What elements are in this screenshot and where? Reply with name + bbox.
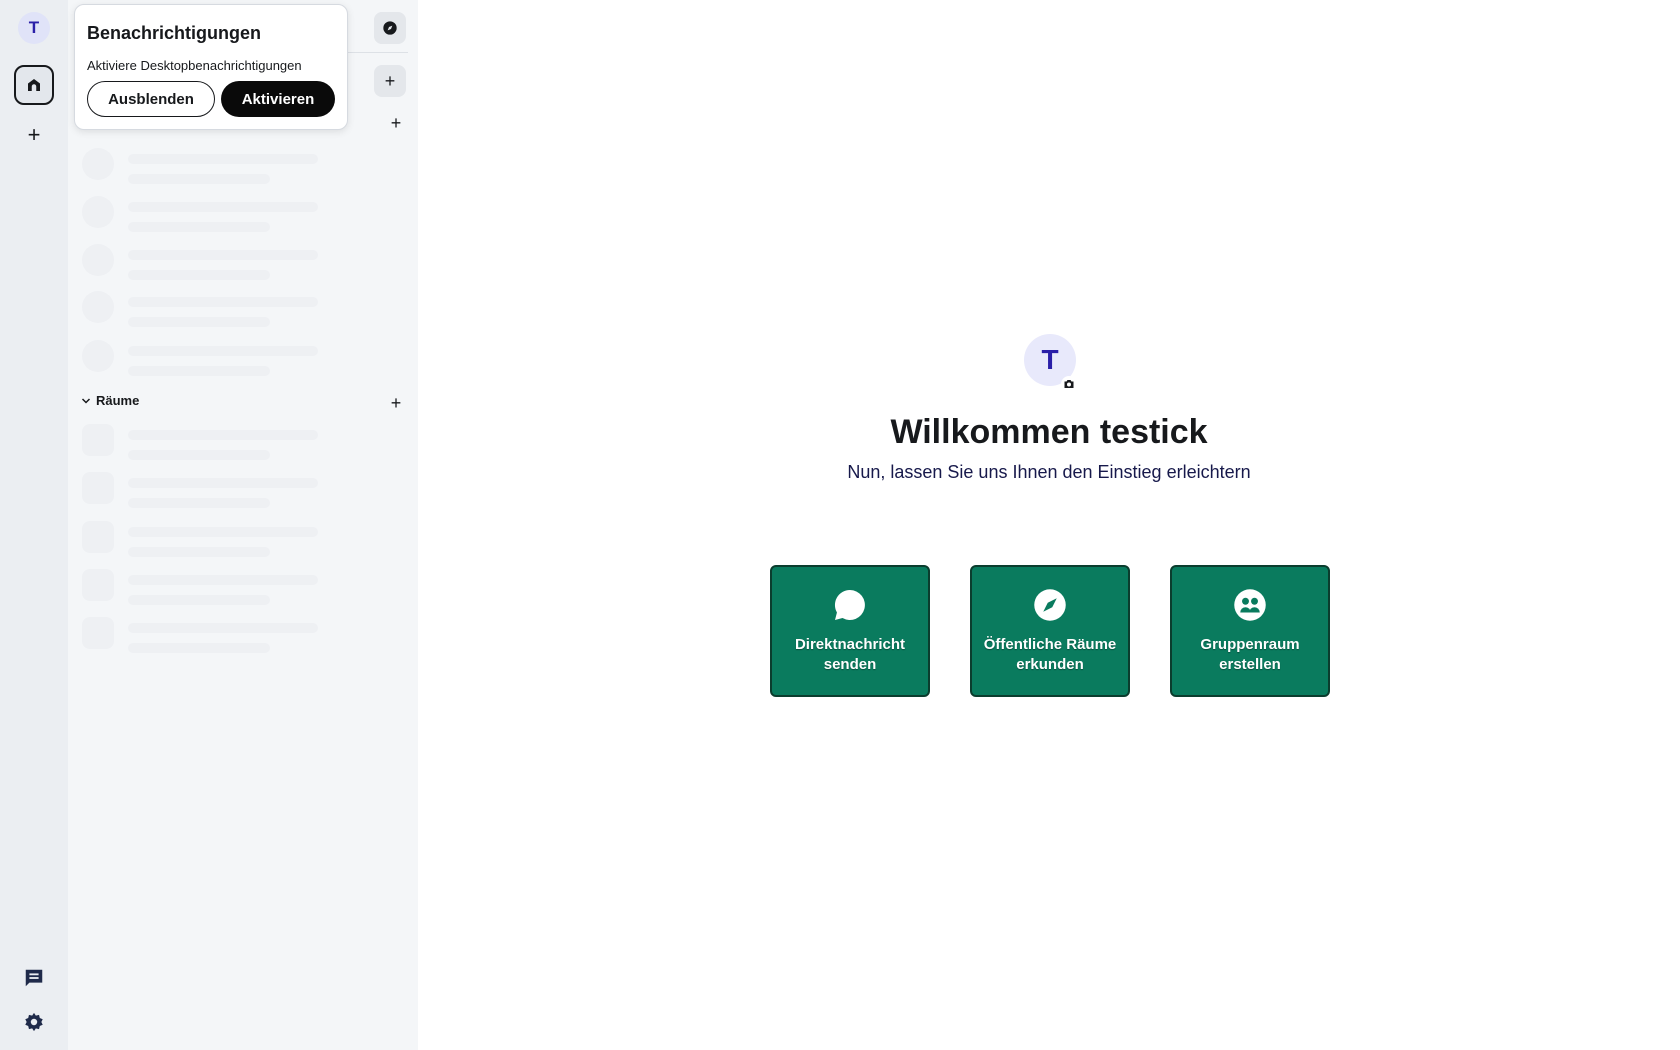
room-list-panel: + + Räume + — [68, 0, 418, 1050]
send-dm-button[interactable]: Direktnachricht senden — [770, 565, 930, 697]
skeleton-row — [82, 244, 382, 284]
compass-icon — [1032, 587, 1068, 623]
notification-text: Aktiviere Desktopbenachrichtigungen — [87, 58, 302, 73]
skeleton-row — [82, 569, 382, 609]
create-group-button[interactable]: Gruppenraum erstellen — [1170, 565, 1330, 697]
welcome-view: T Willkommen testick Nun, lassen Sie uns… — [418, 0, 1680, 1050]
space-bar: T + — [0, 0, 68, 1050]
settings-button[interactable] — [20, 1008, 48, 1036]
skeleton-row — [82, 196, 382, 236]
camera-icon — [1064, 380, 1074, 388]
plus-icon: + — [390, 392, 402, 413]
welcome-subtitle: Nun, lassen Sie uns Ihnen den Einstieg e… — [847, 462, 1251, 482]
rooms-add-button[interactable]: + — [386, 393, 406, 413]
skeleton-row — [82, 521, 382, 561]
people-add-button[interactable]: + — [386, 113, 406, 133]
gear-icon — [25, 1012, 43, 1032]
avatar-upload-badge[interactable] — [1061, 376, 1077, 392]
skeleton-row — [82, 340, 382, 380]
chat-icon — [25, 969, 43, 987]
skeleton-row — [82, 424, 382, 464]
start-chat-button[interactable]: + — [374, 65, 406, 97]
notification-prompt: Benachrichtigungen Aktiviere Desktopbena… — [74, 4, 348, 130]
plus-icon: + — [390, 112, 402, 133]
plus-icon: + — [384, 70, 396, 91]
compass-icon — [383, 21, 397, 35]
skeleton-row — [82, 472, 382, 512]
skeleton-row — [82, 291, 382, 331]
user-avatar[interactable]: T — [18, 12, 50, 44]
rooms-section-label: Räume — [96, 393, 140, 408]
hide-button[interactable]: Ausblenden — [87, 81, 215, 117]
welcome-title: Willkommen testick — [890, 413, 1208, 451]
send-dm-label: Direktnachricht senden — [794, 636, 906, 673]
home-button[interactable] — [14, 65, 54, 105]
chevron-down-icon — [81, 397, 91, 404]
home-icon — [28, 79, 40, 91]
threads-button[interactable] — [20, 964, 48, 992]
skeleton-row — [82, 148, 382, 188]
explore-rooms-card[interactable]: Öffentliche Räume erkunden — [970, 565, 1130, 697]
app-window: T + + + Räume + Benachrichtigungen Aktiv… — [0, 0, 1680, 1050]
activate-button[interactable]: Aktivieren — [221, 81, 335, 117]
skeleton-row — [82, 617, 382, 657]
rooms-section-header[interactable]: Räume — [80, 393, 139, 408]
create-group-label: Gruppenraum erstellen — [1200, 636, 1300, 673]
explore-rooms-button[interactable] — [374, 12, 406, 44]
add-space-button[interactable]: + — [20, 121, 48, 149]
chat-bubble-icon — [832, 587, 868, 623]
explore-rooms-label: Öffentliche Räume erkunden — [983, 636, 1117, 673]
group-icon — [1232, 587, 1268, 623]
notification-title: Benachrichtigungen — [87, 23, 262, 43]
